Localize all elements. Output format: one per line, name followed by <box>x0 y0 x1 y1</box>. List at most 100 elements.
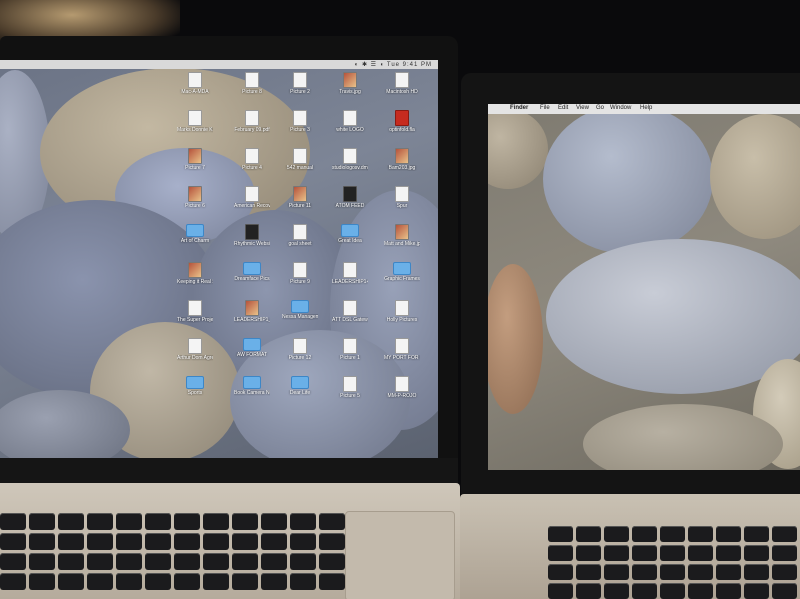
keyboard-key[interactable] <box>604 583 629 599</box>
keyboard-key[interactable] <box>319 573 345 590</box>
keyboard-key[interactable] <box>290 553 316 570</box>
keyboard-key[interactable] <box>145 513 171 530</box>
desktop-icon[interactable]: Picture 3 <box>282 110 318 133</box>
keyboard-key[interactable] <box>174 533 200 550</box>
left-trackpad[interactable] <box>345 511 455 599</box>
keyboard-key[interactable] <box>58 573 84 590</box>
keyboard-key[interactable] <box>632 545 657 561</box>
keyboard-key[interactable] <box>576 526 601 542</box>
menu-window[interactable]: Window <box>610 105 631 111</box>
keyboard-key[interactable] <box>548 583 573 599</box>
desktop-icon[interactable]: MM-P-ROJO <box>384 376 420 399</box>
keyboard-key[interactable] <box>58 533 84 550</box>
desktop-icon[interactable]: Great Idea <box>332 224 368 244</box>
keyboard-key[interactable] <box>290 573 316 590</box>
keyboard-key[interactable] <box>87 573 113 590</box>
keyboard-key[interactable] <box>319 533 345 550</box>
desktop-icon[interactable]: Travis.jpg <box>332 72 368 95</box>
keyboard-key[interactable] <box>772 583 797 599</box>
desktop-icon[interactable]: Macintosh HD <box>384 72 420 95</box>
keyboard-key[interactable] <box>290 533 316 550</box>
desktop-icon[interactable]: Marks Donnie Kiang Treatment_1.pdf <box>177 110 213 133</box>
keyboard-key[interactable] <box>716 545 741 561</box>
desktop-icon[interactable]: LEADERSHIP1_Card.pdf <box>234 300 270 323</box>
desktop-icon[interactable]: Book Camera NO <box>234 376 270 396</box>
desktop-icon[interactable]: Picture 5 <box>332 376 368 399</box>
keyboard-key[interactable] <box>772 526 797 542</box>
desktop-icon[interactable]: ATOM FEED <box>332 186 368 209</box>
keyboard-key[interactable] <box>174 553 200 570</box>
desktop-icon[interactable]: Picture 6 <box>177 186 213 209</box>
keyboard-key[interactable] <box>174 573 200 590</box>
keyboard-key[interactable] <box>116 553 142 570</box>
keyboard-key[interactable] <box>261 533 287 550</box>
keyboard-key[interactable] <box>116 513 142 530</box>
desktop-icon[interactable]: Graphic Frames <box>384 262 420 282</box>
keyboard-key[interactable] <box>632 526 657 542</box>
keyboard-key[interactable] <box>203 533 229 550</box>
desktop-icon[interactable]: white LOGO <box>332 110 368 133</box>
keyboard-key[interactable] <box>716 564 741 580</box>
keyboard-key[interactable] <box>0 573 26 590</box>
desktop-icon[interactable]: Keeping it Real Sports like You <box>177 262 213 285</box>
desktop-icon[interactable]: Dreamface Pics <box>234 262 270 282</box>
keyboard-key[interactable] <box>261 553 287 570</box>
keyboard-key[interactable] <box>744 526 769 542</box>
desktop-icon[interactable]: goal sheet <box>282 224 318 247</box>
keyboard-key[interactable] <box>261 573 287 590</box>
desktop-icon[interactable]: February 09.pdf <box>234 110 270 133</box>
keyboard-key[interactable] <box>232 553 258 570</box>
desktop-icon[interactable]: Spur <box>384 186 420 209</box>
keyboard-key[interactable] <box>116 573 142 590</box>
desktop-icon[interactable]: Mac-A-MDA <box>177 72 213 95</box>
keyboard-key[interactable] <box>660 583 685 599</box>
desktop-icon[interactable]: Picture 4 <box>234 148 270 171</box>
keyboard-key[interactable] <box>174 513 200 530</box>
keyboard-key[interactable] <box>319 513 345 530</box>
desktop-icon[interactable]: Bam203.jpg <box>384 148 420 171</box>
desktop-icon[interactable]: ATT DSL Gateway Construction <box>332 300 368 323</box>
keyboard-key[interactable] <box>29 533 55 550</box>
menu-finder[interactable]: Finder <box>510 105 528 111</box>
keyboard-key[interactable] <box>0 553 26 570</box>
keyboard-key[interactable] <box>604 545 629 561</box>
desktop-icon[interactable]: Sports <box>177 376 213 396</box>
keyboard-key[interactable] <box>145 573 171 590</box>
keyboard-key[interactable] <box>319 553 345 570</box>
keyboard-key[interactable] <box>116 533 142 550</box>
keyboard-key[interactable] <box>632 583 657 599</box>
desktop-icon[interactable]: Picture 8 <box>234 72 270 95</box>
menu-edit[interactable]: Edit <box>558 105 568 111</box>
desktop-icon[interactable]: Nessa Management <box>282 300 318 320</box>
keyboard-key[interactable] <box>660 526 685 542</box>
desktop-icon[interactable]: AW FORMAT <box>234 338 270 358</box>
keyboard-key[interactable] <box>145 553 171 570</box>
keyboard-key[interactable] <box>688 583 713 599</box>
menu-file[interactable]: File <box>540 105 550 111</box>
menu-bar-status-items[interactable]: ◐ ✱ ☰ ◖ Tue 9:41 PM <box>355 61 432 68</box>
keyboard-key[interactable] <box>232 513 258 530</box>
desktop-icon[interactable]: Rhythmic Website <box>234 224 270 247</box>
keyboard-key[interactable] <box>548 564 573 580</box>
keyboard-key[interactable] <box>58 553 84 570</box>
keyboard-key[interactable] <box>772 545 797 561</box>
keyboard-key[interactable] <box>29 513 55 530</box>
keyboard-key[interactable] <box>772 564 797 580</box>
desktop-icon[interactable]: Picture 1 <box>332 338 368 361</box>
keyboard-key[interactable] <box>576 564 601 580</box>
keyboard-key[interactable] <box>232 573 258 590</box>
keyboard-key[interactable] <box>0 533 26 550</box>
desktop-icon[interactable]: Picture 11 <box>282 186 318 209</box>
keyboard-key[interactable] <box>744 545 769 561</box>
keyboard-key[interactable] <box>744 583 769 599</box>
keyboard-key[interactable] <box>203 513 229 530</box>
keyboard-key[interactable] <box>576 583 601 599</box>
desktop-icon[interactable]: Picture 9 <box>282 262 318 285</box>
desktop-icon[interactable]: Picture 12 <box>282 338 318 361</box>
keyboard-key[interactable] <box>548 545 573 561</box>
menu-view[interactable]: View <box>576 105 589 111</box>
keyboard-key[interactable] <box>290 513 316 530</box>
keyboard-key[interactable] <box>58 513 84 530</box>
desktop-icon[interactable]: The Super Project.pdf <box>177 300 213 323</box>
keyboard-key[interactable] <box>660 564 685 580</box>
